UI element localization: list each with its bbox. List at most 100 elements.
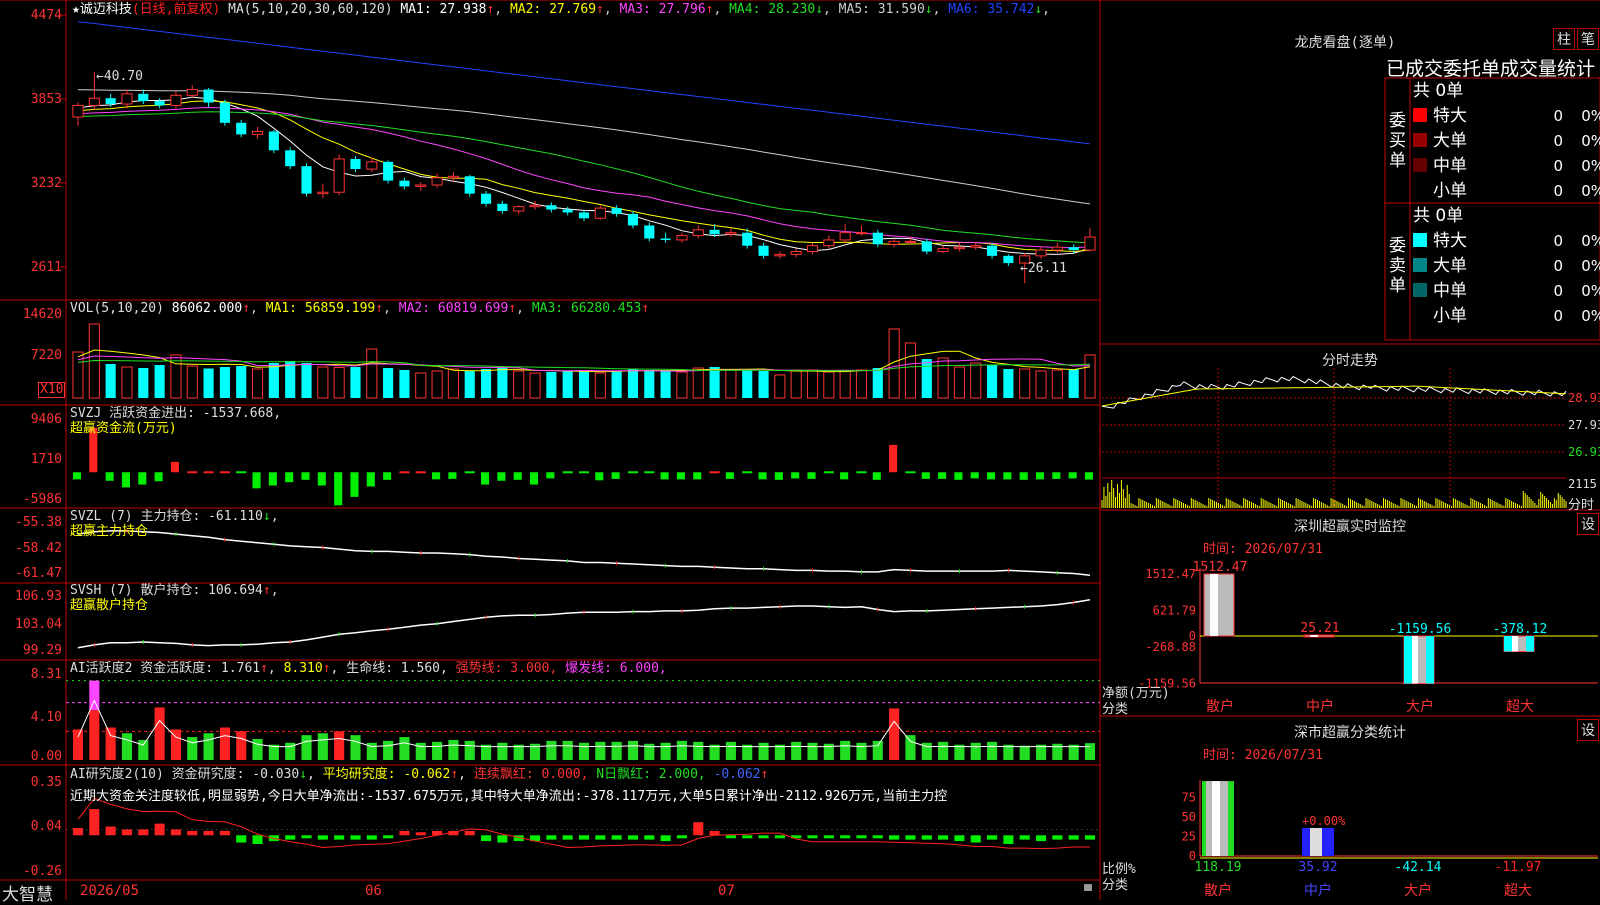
volume-bar	[611, 371, 622, 398]
volume-bar	[317, 366, 329, 399]
svzj-bar	[823, 471, 834, 474]
row-count: 0	[1553, 282, 1563, 300]
svsh-tick-1: 106.93	[15, 589, 62, 604]
volume-bar	[1051, 369, 1063, 399]
candle	[383, 160, 394, 184]
class-bar-value: 35.92	[1298, 860, 1337, 875]
candle	[855, 225, 868, 236]
vol-ma3: MA3: 66280.453	[531, 301, 642, 316]
low-price-label: ←26.11	[1020, 261, 1067, 276]
legend-swatch	[1413, 183, 1427, 197]
row-label: 小单	[1433, 181, 1467, 201]
ai1-bar	[138, 739, 149, 760]
svzj-bar	[872, 472, 881, 480]
ai2-bar	[187, 830, 198, 836]
ai1-bar	[236, 731, 247, 760]
candle-body	[872, 232, 883, 245]
ai2-bar	[905, 835, 916, 840]
svzl-title: SVZL (7) 主力持仓: -61.110	[70, 509, 263, 524]
candle-body	[546, 205, 557, 210]
monitor-bar-highlight	[1210, 574, 1218, 636]
vol-ma2: MA2: 60819.699	[398, 301, 509, 316]
svzj-bar	[660, 472, 669, 480]
candle	[644, 222, 655, 242]
ai1-bar	[1019, 745, 1030, 760]
svzj-bar	[105, 472, 114, 481]
svzj-title: SVZJ 活跃资金进出: -1537.668	[70, 406, 274, 421]
brand-logo: 大智慧	[2, 885, 53, 905]
svzj-bar	[709, 471, 720, 474]
volume-bar	[333, 367, 345, 399]
volume-bar	[692, 367, 704, 399]
svzj-bar	[154, 472, 163, 482]
candle-body	[138, 93, 149, 102]
class-bar	[1202, 781, 1234, 856]
monitor-bar-edge	[1426, 636, 1434, 684]
kline-chart-area[interactable]: 1512.47 621.79 0 -268.88 -1159.56 1512.47 散户 25…	[0, 0, 1600, 900]
ai2-bar	[693, 822, 704, 836]
ma-arrow-1: ↑	[486, 2, 495, 17]
ai2-avg-line-red	[77, 797, 1090, 850]
ma-value-6: MA6: 35.742	[948, 2, 1035, 17]
svzj-bar	[350, 472, 359, 497]
column-view-button[interactable]: 柱	[1553, 28, 1575, 50]
candle	[513, 205, 525, 214]
candle	[676, 232, 688, 243]
volume-bar	[301, 363, 312, 398]
candle-body	[203, 89, 214, 103]
ai1-bar	[807, 742, 818, 760]
monitor-title: 深圳超赢实时监控	[1294, 519, 1406, 535]
row-label: 特大	[1433, 106, 1467, 126]
ma-arrow-6: ↓	[1034, 2, 1043, 17]
candle	[1035, 247, 1047, 259]
volume-bar	[251, 368, 264, 399]
row-label: 小单	[1433, 306, 1467, 326]
svsh-tick-3: 99.29	[22, 643, 62, 658]
ai1-bar	[154, 707, 165, 760]
candle-body	[170, 94, 182, 106]
volume-bar	[725, 369, 737, 399]
ai2-bar	[644, 835, 655, 840]
monitor-bar-edge	[1404, 636, 1412, 684]
svzl-tick-1: -55.38	[15, 515, 62, 530]
class-bar-value: -11.97	[1495, 860, 1542, 875]
volume-bar	[529, 372, 541, 399]
svsh-header: SVSH (7) 散户持仓: 106.694↑,	[70, 583, 279, 598]
volume-bar	[1003, 369, 1014, 398]
candle-body	[790, 251, 802, 255]
volume-bar	[904, 342, 917, 399]
monitor-xlabel: 分类	[1102, 702, 1129, 717]
candle-body	[644, 225, 655, 239]
sell-rows-row: 大单 0 0%	[1413, 255, 1600, 277]
candle	[578, 209, 590, 222]
ai2-bar	[823, 835, 834, 839]
legend-swatch	[1413, 108, 1427, 122]
candle-body	[464, 176, 475, 194]
svzj-bar	[448, 472, 457, 479]
svzj-bar	[970, 472, 979, 479]
candle	[546, 202, 557, 213]
ai2-bar	[840, 835, 851, 839]
volume-bar	[1035, 370, 1047, 399]
svzj-bar	[268, 472, 277, 486]
svzj-bar	[121, 472, 131, 488]
class-settings-button[interactable]: 设	[1577, 719, 1599, 741]
candle-body	[186, 89, 198, 96]
ai2-bar	[856, 835, 867, 839]
monitor-settings-button[interactable]: 设	[1577, 513, 1599, 535]
lock-icon[interactable]	[1084, 884, 1092, 891]
candle	[953, 242, 965, 252]
candle	[839, 224, 851, 243]
volume-bar	[627, 369, 639, 398]
tick-view-button[interactable]: 笔	[1577, 28, 1599, 50]
ma-value-2: MA2: 27.769	[509, 2, 597, 17]
candle-body	[481, 193, 492, 204]
ai2-bar	[497, 835, 508, 843]
ai2-bar	[383, 835, 394, 839]
candle-body	[1035, 249, 1047, 257]
class-category-label: 大户	[1404, 882, 1432, 899]
candle	[121, 89, 133, 109]
ai2-bar	[138, 829, 149, 836]
svzj-bar	[546, 472, 555, 479]
ai2-tick-1: 0.35	[30, 775, 62, 790]
